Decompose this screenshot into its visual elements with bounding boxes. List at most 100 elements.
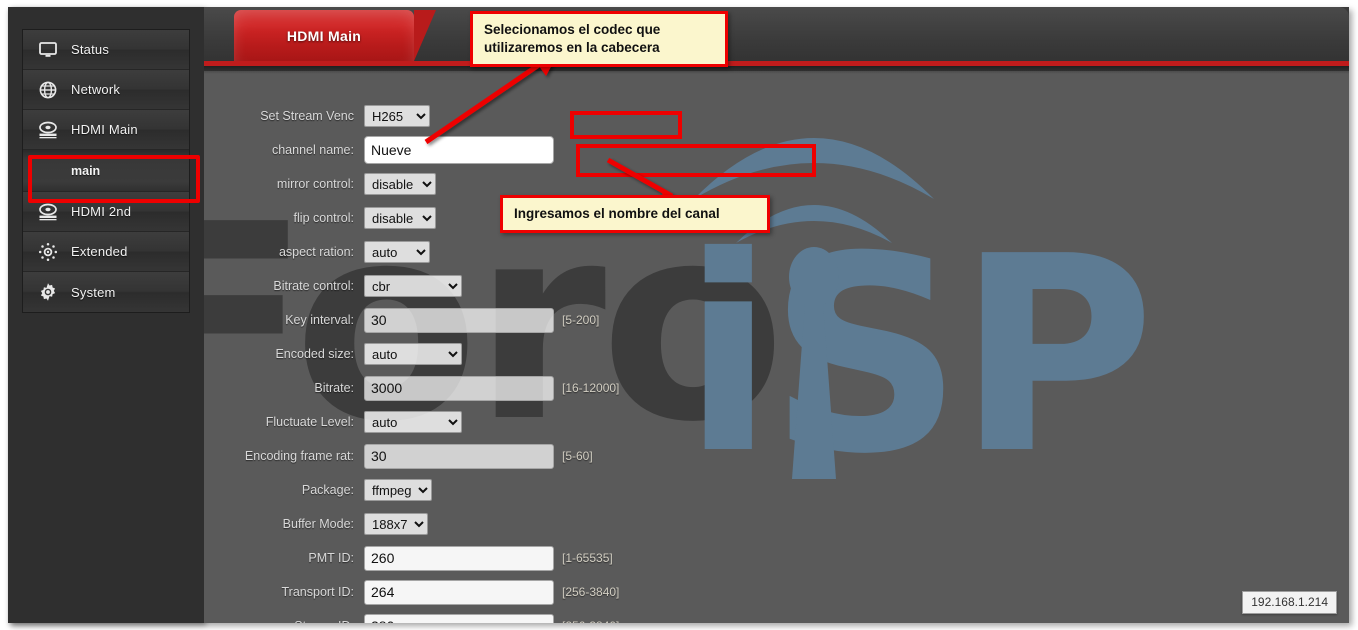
form-row: Set Stream Venc H264H265 xyxy=(204,102,1349,130)
field-control: auto1920x10801280x720 xyxy=(364,343,462,365)
select-set-stream-venc[interactable]: H264H265 xyxy=(364,105,430,127)
select-package[interactable]: ffmpegts xyxy=(364,479,432,501)
sidebar-item-hdmi-2nd[interactable]: HDMI 2nd xyxy=(23,192,189,232)
select-fluctuate-level[interactable]: auto123 xyxy=(364,411,462,433)
field-label: Bitrate control: xyxy=(273,279,354,293)
input-channel-name[interactable] xyxy=(364,136,554,164)
gear-icon xyxy=(37,281,59,303)
monitor-icon xyxy=(37,39,59,61)
input-stream-id[interactable] xyxy=(364,613,554,623)
sidebar-item-system[interactable]: System xyxy=(23,272,189,312)
field-control: 188x7188x1 xyxy=(364,513,428,535)
field-label: Transport ID: xyxy=(281,585,354,599)
sidebar-item-label: HDMI Main xyxy=(71,122,138,137)
field-label: Fluctuate Level: xyxy=(265,415,354,429)
field-control: disableenable xyxy=(364,173,436,195)
field-label: Set Stream Venc xyxy=(260,109,354,123)
field-label: Stream ID: xyxy=(204,619,364,623)
field-range-hint: [256-3840] xyxy=(562,585,620,599)
encoder-icon xyxy=(37,119,59,141)
form-row: Fluctuate Level: auto123 xyxy=(204,408,1349,436)
sidebar-item-label: Status xyxy=(71,42,110,57)
field-control: disableenable xyxy=(364,207,436,229)
field-control xyxy=(364,136,554,164)
encoder-icon xyxy=(37,201,59,223)
field-label: Bitrate: xyxy=(314,381,354,395)
form-row: Transport ID: [256-3840] xyxy=(204,578,1349,606)
sidebar-item-hdmi-main[interactable]: HDMI Main xyxy=(23,110,189,150)
field-control: H264H265 xyxy=(364,105,430,127)
form-row: aspect ration: auto16:94:3 xyxy=(204,238,1349,266)
sidebar-subitem-main[interactable]: main xyxy=(23,150,189,192)
field-control xyxy=(364,613,554,623)
sidebar-item-status[interactable]: Status xyxy=(23,30,189,70)
tab-hdmi-main[interactable]: HDMI Main xyxy=(234,10,436,61)
field-control: cbrvbr xyxy=(364,275,462,297)
field-label: mirror control: xyxy=(276,177,354,191)
input-pmt-id[interactable] xyxy=(364,545,554,571)
field-control: ffmpegts xyxy=(364,479,432,501)
tab-bar: HDMI Main xyxy=(204,7,1349,74)
sidebar-item-label: Extended xyxy=(71,244,128,259)
encoder-settings-form: Set Stream Venc H264H265 channel name: mirr… xyxy=(204,102,1349,623)
field-range-hint: [1-65535] xyxy=(562,551,613,565)
sidebar-item-label: Network xyxy=(71,82,121,97)
select-flip-control[interactable]: disableenable xyxy=(364,207,436,229)
sidebar-subitem-label: main xyxy=(71,163,101,178)
input-key-interval[interactable] xyxy=(364,307,554,333)
field-label: aspect ration: xyxy=(278,245,354,259)
select-encoded-size[interactable]: auto1920x10801280x720 xyxy=(364,343,462,365)
form-row: Encoded size: auto1920x10801280x720 xyxy=(204,340,1349,368)
field-control: auto16:94:3 xyxy=(364,241,430,263)
form-row: mirror control: disableenable xyxy=(204,170,1349,198)
annotation-codec: Selecionamos el codec que utilizaremos e… xyxy=(470,11,728,68)
form-row: Encoding frame rat: [5-60] xyxy=(204,442,1349,470)
tab-label: HDMI Main xyxy=(286,27,362,44)
field-label: PMT ID: xyxy=(308,551,354,565)
field-control: auto123 xyxy=(364,411,462,433)
field-control xyxy=(364,545,554,571)
field-range-hint: [256-3840] xyxy=(562,619,619,623)
field-label: flip control: xyxy=(293,211,354,225)
select-mirror-control[interactable]: disableenable xyxy=(364,173,436,195)
field-control xyxy=(364,375,554,401)
sidebar: Status Network HDMI Main main HDMI 2nd Extend… xyxy=(8,7,204,623)
form-row: Bitrate: [16-12000] xyxy=(204,374,1349,402)
sidebar-item-label: HDMI 2nd xyxy=(71,204,132,219)
screenshot-root: Status Network HDMI Main main HDMI 2nd Extend… xyxy=(0,0,1358,630)
select-bitrate-control[interactable]: cbrvbr xyxy=(364,275,462,297)
form-row: channel name: xyxy=(204,136,1349,164)
tab-shadow xyxy=(204,66,1349,74)
content-area: Foro iSP HDMI Main Set Stream VencH264H2… xyxy=(204,7,1349,623)
input-bitrate[interactable] xyxy=(364,375,554,401)
globe-icon xyxy=(37,79,59,101)
sidebar-nav: Status Network HDMI Main main HDMI 2nd Extend… xyxy=(22,29,190,313)
field-range-hint: [16-12000] xyxy=(562,381,620,395)
form-row: Key interval: [5-200] xyxy=(204,306,1349,334)
field-control xyxy=(364,307,554,333)
field-label: Encoding frame rat: xyxy=(244,449,354,463)
form-row: PMT ID: [1-65535] xyxy=(204,544,1349,572)
field-label: Buffer Mode: xyxy=(282,517,354,531)
field-label: Encoded size: xyxy=(275,347,354,361)
sun-gear-icon xyxy=(37,241,59,263)
form-row: flip control: disableenable xyxy=(204,204,1349,232)
field-range-hint: [5-60] xyxy=(562,449,593,463)
field-label: channel name: xyxy=(271,143,354,157)
sidebar-item-network[interactable]: Network xyxy=(23,70,189,110)
input-transport-id[interactable] xyxy=(364,579,554,605)
sidebar-item-extended[interactable]: Extended xyxy=(23,232,189,272)
select-aspect-ration[interactable]: auto16:94:3 xyxy=(364,241,430,263)
sidebar-item-label: System xyxy=(71,284,116,300)
field-control xyxy=(364,579,554,605)
field-range-hint: [5-200] xyxy=(562,313,600,327)
select-buffer-mode[interactable]: 188x7188x1 xyxy=(364,513,428,535)
form-row: Bitrate control: cbrvbr xyxy=(204,272,1349,300)
input-encoding-frame-rat[interactable] xyxy=(364,443,554,469)
form-row: Package: ffmpegts xyxy=(204,476,1349,504)
field-control xyxy=(364,443,554,469)
form-row: Stream ID: [256-3840] xyxy=(204,612,1349,623)
form-row: Buffer Mode: 188x7188x1 xyxy=(204,510,1349,538)
field-label: Key interval: xyxy=(285,313,354,327)
field-label: Package: xyxy=(301,483,354,497)
